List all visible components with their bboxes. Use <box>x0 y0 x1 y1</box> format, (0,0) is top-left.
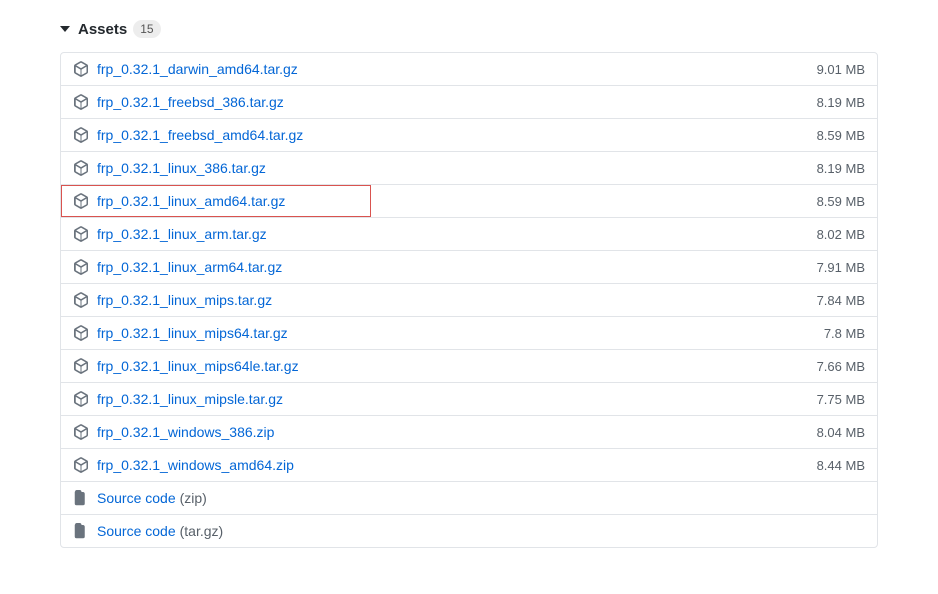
caret-down-icon <box>60 26 70 32</box>
asset-left: frp_0.32.1_linux_mipsle.tar.gz <box>73 391 283 407</box>
asset-link[interactable]: Source code <box>97 490 176 506</box>
asset-size: 8.04 MB <box>817 425 865 440</box>
package-icon <box>73 457 89 473</box>
asset-link[interactable]: frp_0.32.1_darwin_amd64.tar.gz <box>97 61 298 77</box>
asset-size: 8.44 MB <box>817 458 865 473</box>
asset-left: frp_0.32.1_windows_amd64.zip <box>73 457 294 473</box>
asset-size: 7.75 MB <box>817 392 865 407</box>
asset-row: frp_0.32.1_linux_386.tar.gz 8.19 MB <box>61 151 877 184</box>
asset-size: 9.01 MB <box>817 62 865 77</box>
asset-size: 8.59 MB <box>817 194 865 209</box>
asset-size: 7.84 MB <box>817 293 865 308</box>
asset-link[interactable]: frp_0.32.1_windows_amd64.zip <box>97 457 294 473</box>
asset-left: frp_0.32.1_freebsd_386.tar.gz <box>73 94 284 110</box>
file-zip-icon <box>73 490 89 506</box>
asset-row: frp_0.32.1_linux_mips.tar.gz 7.84 MB <box>61 283 877 316</box>
asset-left: Source code(tar.gz) <box>73 523 223 539</box>
asset-row: frp_0.32.1_linux_mips64.tar.gz 7.8 MB <box>61 316 877 349</box>
asset-row: frp_0.32.1_linux_arm.tar.gz 8.02 MB <box>61 217 877 250</box>
package-icon <box>73 325 89 341</box>
asset-left: frp_0.32.1_linux_mips64le.tar.gz <box>73 358 299 374</box>
package-icon <box>73 94 89 110</box>
asset-left: frp_0.32.1_freebsd_amd64.tar.gz <box>73 127 303 143</box>
asset-size: 8.59 MB <box>817 128 865 143</box>
asset-size: 8.19 MB <box>817 95 865 110</box>
asset-left: frp_0.32.1_darwin_amd64.tar.gz <box>73 61 298 77</box>
asset-size: 7.66 MB <box>817 359 865 374</box>
asset-link[interactable]: frp_0.32.1_linux_386.tar.gz <box>97 160 266 176</box>
asset-row: frp_0.32.1_freebsd_386.tar.gz 8.19 MB <box>61 85 877 118</box>
package-icon <box>73 193 89 209</box>
package-icon <box>73 226 89 242</box>
asset-left: frp_0.32.1_linux_mips.tar.gz <box>73 292 272 308</box>
asset-ext: (tar.gz) <box>180 523 224 539</box>
asset-link[interactable]: frp_0.32.1_linux_arm.tar.gz <box>97 226 267 242</box>
asset-link[interactable]: frp_0.32.1_linux_mips64.tar.gz <box>97 325 288 341</box>
asset-ext: (zip) <box>180 490 207 506</box>
asset-size: 7.91 MB <box>817 260 865 275</box>
package-icon <box>73 160 89 176</box>
asset-link[interactable]: frp_0.32.1_linux_arm64.tar.gz <box>97 259 282 275</box>
asset-left: frp_0.32.1_linux_arm64.tar.gz <box>73 259 282 275</box>
asset-left: frp_0.32.1_linux_mips64.tar.gz <box>73 325 288 341</box>
asset-row: Source code(tar.gz) <box>61 514 877 547</box>
asset-row: frp_0.32.1_windows_amd64.zip 8.44 MB <box>61 448 877 481</box>
asset-row: frp_0.32.1_freebsd_amd64.tar.gz 8.59 MB <box>61 118 877 151</box>
package-icon <box>73 358 89 374</box>
package-icon <box>73 61 89 77</box>
asset-row: frp_0.32.1_windows_386.zip 8.04 MB <box>61 415 877 448</box>
assets-toggle[interactable]: Assets 15 <box>60 20 878 38</box>
asset-size: 8.19 MB <box>817 161 865 176</box>
asset-link[interactable]: frp_0.32.1_windows_386.zip <box>97 424 274 440</box>
asset-row: frp_0.32.1_linux_mipsle.tar.gz 7.75 MB <box>61 382 877 415</box>
package-icon <box>73 292 89 308</box>
asset-link[interactable]: frp_0.32.1_linux_mipsle.tar.gz <box>97 391 283 407</box>
asset-link[interactable]: frp_0.32.1_linux_amd64.tar.gz <box>97 193 285 209</box>
asset-row: frp_0.32.1_linux_amd64.tar.gz 8.59 MB <box>61 184 877 217</box>
asset-link[interactable]: frp_0.32.1_freebsd_386.tar.gz <box>97 94 284 110</box>
package-icon <box>73 127 89 143</box>
asset-left: frp_0.32.1_linux_amd64.tar.gz <box>73 193 285 209</box>
asset-left: Source code(zip) <box>73 490 207 506</box>
asset-row: Source code(zip) <box>61 481 877 514</box>
asset-link[interactable]: frp_0.32.1_linux_mips.tar.gz <box>97 292 272 308</box>
asset-link[interactable]: Source code <box>97 523 176 539</box>
assets-label: Assets <box>78 21 127 38</box>
asset-link[interactable]: frp_0.32.1_freebsd_amd64.tar.gz <box>97 127 303 143</box>
package-icon <box>73 391 89 407</box>
asset-link[interactable]: frp_0.32.1_linux_mips64le.tar.gz <box>97 358 299 374</box>
asset-left: frp_0.32.1_windows_386.zip <box>73 424 274 440</box>
asset-size: 7.8 MB <box>824 326 865 341</box>
assets-list: frp_0.32.1_darwin_amd64.tar.gz9.01 MBfrp… <box>60 52 878 548</box>
asset-size: 8.02 MB <box>817 227 865 242</box>
asset-row: frp_0.32.1_linux_arm64.tar.gz 7.91 MB <box>61 250 877 283</box>
asset-row: frp_0.32.1_linux_mips64le.tar.gz 7.66 MB <box>61 349 877 382</box>
assets-count-badge: 15 <box>133 20 160 38</box>
asset-left: frp_0.32.1_linux_386.tar.gz <box>73 160 266 176</box>
asset-row: frp_0.32.1_darwin_amd64.tar.gz 9.01 MB <box>61 53 877 85</box>
asset-left: frp_0.32.1_linux_arm.tar.gz <box>73 226 267 242</box>
package-icon <box>73 424 89 440</box>
file-zip-icon <box>73 523 89 539</box>
package-icon <box>73 259 89 275</box>
